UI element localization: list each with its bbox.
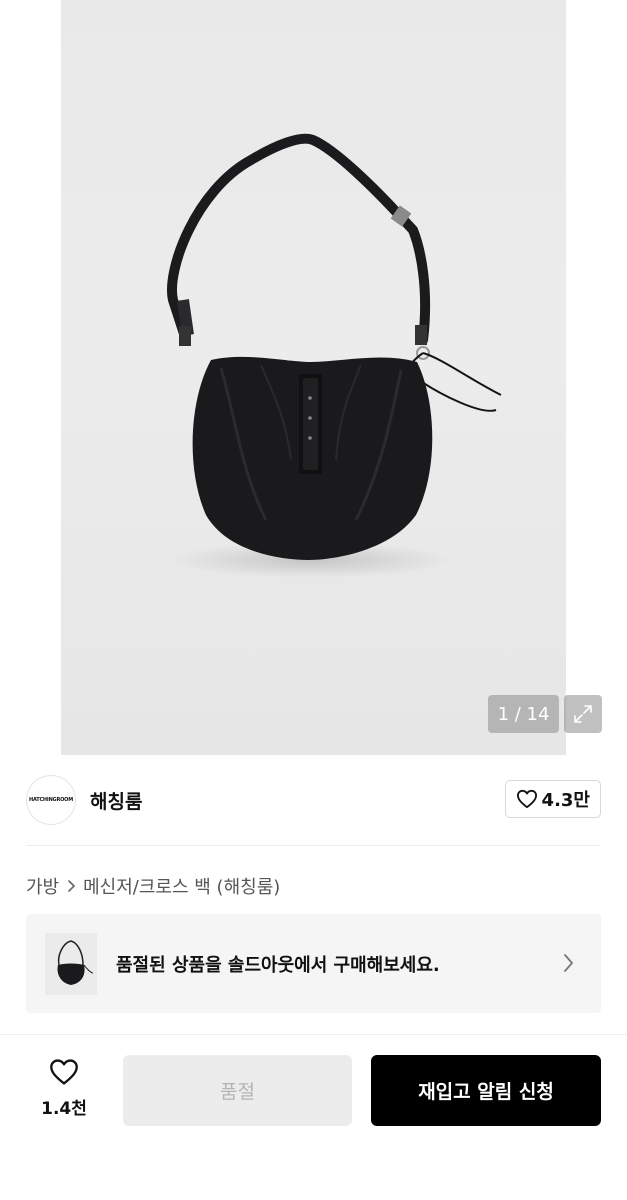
chevron-right-icon <box>68 880 75 892</box>
brand-logo-text: HATCHINGROOM <box>28 797 73 803</box>
wishlist-count: 1.4천 <box>41 1099 87 1119</box>
breadcrumb-category[interactable]: 가방 <box>26 873 59 899</box>
brand-row: HATCHINGROOM 해칭룸 4.3만 <box>26 775 601 825</box>
brand-like-button[interactable]: 4.3만 <box>504 780 601 818</box>
breadcrumb: 가방 메신저/크로스 백 (해칭룸) <box>26 873 280 899</box>
soldout-banner[interactable]: 품절된 상품을 솔드아웃에서 구매해보세요. <box>26 914 601 1013</box>
soldout-product-thumbnail <box>45 933 97 995</box>
soldout-button[interactable]: 품절 <box>123 1055 352 1126</box>
soldout-banner-text: 품절된 상품을 솔드아웃에서 구매해보세요. <box>116 955 440 976</box>
bottom-bar-divider <box>0 1034 627 1035</box>
breadcrumb-subcategory[interactable]: 메신저/크로스 백 (해칭룸) <box>83 873 280 899</box>
image-counter: 1 / 14 <box>488 695 559 733</box>
chevron-right-icon <box>564 954 573 972</box>
heart-icon <box>50 1059 78 1085</box>
heart-icon <box>516 789 537 809</box>
product-image-gallery[interactable]: 1 / 14 <box>0 0 627 755</box>
expand-button[interactable] <box>564 695 602 733</box>
product-photo[interactable] <box>61 0 566 755</box>
brand-logo[interactable]: HATCHINGROOM <box>26 775 76 825</box>
divider <box>26 845 601 846</box>
brand-like-count: 4.3만 <box>541 790 590 811</box>
bag-image <box>167 133 502 578</box>
wishlist-button[interactable]: 1.4천 <box>38 1058 90 1119</box>
restock-notify-button[interactable]: 재입고 알림 신청 <box>371 1055 601 1126</box>
expand-icon <box>574 705 592 723</box>
brand-name[interactable]: 해칭룸 <box>90 787 142 814</box>
